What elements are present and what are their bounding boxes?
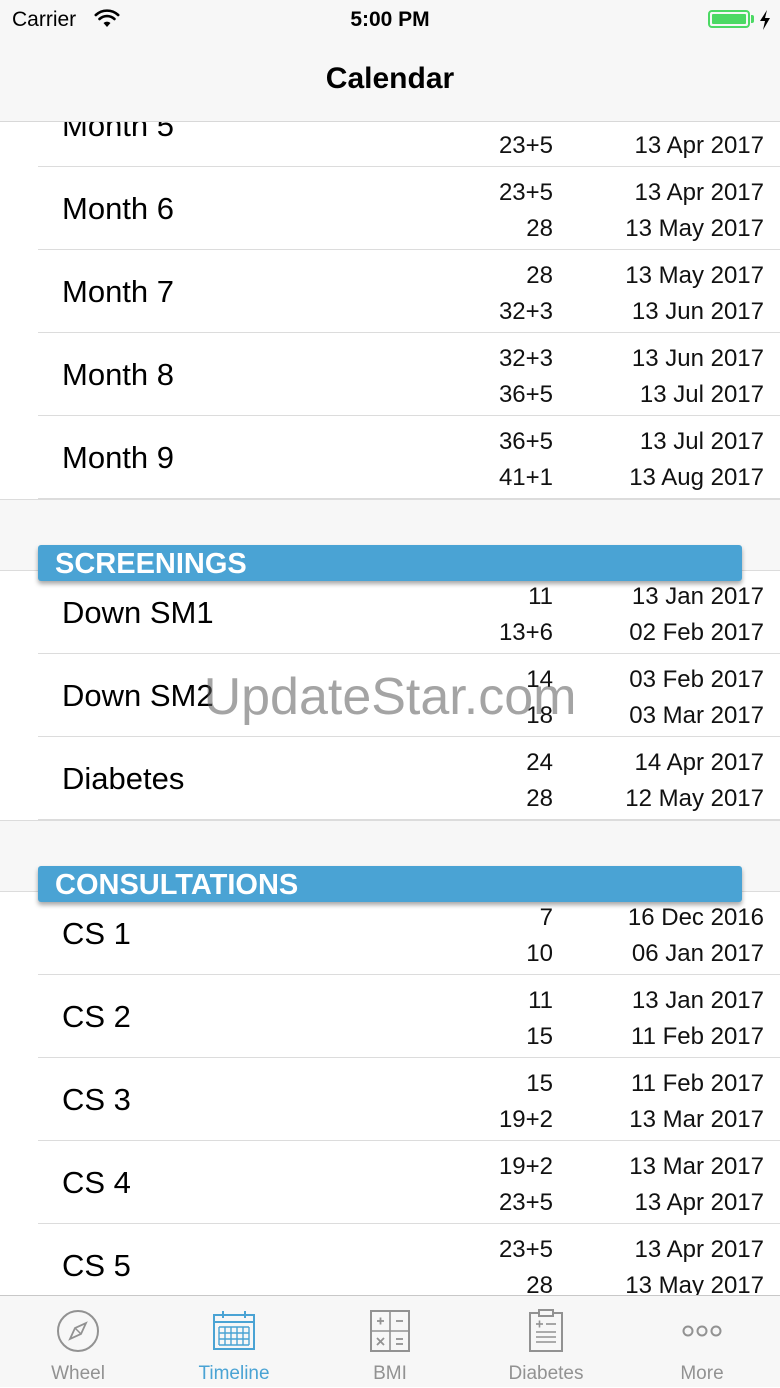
tab-wheel[interactable]: Wheel xyxy=(0,1296,156,1388)
list-item[interactable]: CS 1 7 10 16 Dec 2016 06 Jan 2017 xyxy=(0,892,780,975)
row-label: Month 7 xyxy=(62,274,175,309)
list-item[interactable]: Month 6 23+5 28 13 Apr 2017 13 May 2017 xyxy=(0,167,780,250)
date-end-value: 13 Jul 2017 xyxy=(639,381,764,408)
week-start-value: 19+2 xyxy=(380,122,553,124)
week-end-value: 36+5 xyxy=(498,381,553,408)
week-end-value: 23+5 xyxy=(498,1189,553,1216)
row-label: CS 1 xyxy=(62,916,131,951)
compass-icon xyxy=(57,1310,99,1352)
date-end-value: 02 Feb 2017 xyxy=(629,619,764,646)
date-end-value: 13 May 2017 xyxy=(625,215,764,242)
list-item[interactable]: Diabetes 24 28 14 Apr 2017 12 May 2017 xyxy=(0,737,780,820)
date-start-value: 13 Apr 2017 xyxy=(634,1236,764,1263)
row-label: CS 5 xyxy=(62,1248,131,1283)
week-end-value: 13+6 xyxy=(498,619,553,646)
row-label: CS 2 xyxy=(62,999,131,1034)
clipboard-icon xyxy=(529,1309,563,1352)
date-start-value: 13 Jan 2017 xyxy=(631,987,764,1014)
more-icon xyxy=(682,1325,722,1337)
status-bar: Carrier 5:00 PM xyxy=(0,0,780,40)
week-start-value: 19+2 xyxy=(498,1153,553,1180)
date-end-value: 11 Feb 2017 xyxy=(631,1023,764,1050)
list-item[interactable]: Month 7 28 32+3 13 May 2017 13 Jun 2017 xyxy=(0,250,780,333)
battery-tip xyxy=(751,15,754,23)
date-end-value: 13 Apr 2017 xyxy=(634,1189,764,1216)
week-start-value: 23+5 xyxy=(498,1236,553,1263)
row-label: Month 8 xyxy=(62,357,175,392)
row-label: CS 3 xyxy=(62,1082,131,1117)
week-end-value: 23+5 xyxy=(498,132,553,159)
date-end-value: 12 May 2017 xyxy=(625,785,764,812)
tab-bar: Wheel Timeline BMI Diabetes More xyxy=(0,1295,780,1387)
calendar-icon xyxy=(213,1311,255,1350)
date-start-value: 13 Jul 2017 xyxy=(639,428,764,455)
date-end-value: 13 Jun 2017 xyxy=(631,298,764,325)
status-time: 5:00 PM xyxy=(350,8,430,31)
row-label: Month 5 xyxy=(62,122,175,143)
date-start-value: 13 Jun 2017 xyxy=(631,345,764,372)
row-label: CS 4 xyxy=(62,1165,131,1200)
tab-bmi[interactable]: BMI xyxy=(312,1296,468,1388)
navigation-bar: Calendar xyxy=(0,40,780,122)
week-end-value: 10 xyxy=(526,940,553,967)
week-start-value: 11 xyxy=(528,987,553,1014)
battery-icon xyxy=(708,10,750,28)
list-item[interactable]: CS 2 11 15 13 Jan 2017 11 Feb 2017 xyxy=(0,975,780,1058)
week-start-value: 24 xyxy=(526,749,553,776)
list-item[interactable]: Month 5 19+2 23+5 13 Mar 2017 13 Apr 2017 xyxy=(0,122,780,167)
list-item[interactable]: Month 9 36+5 41+1 13 Jul 2017 13 Aug 2017 xyxy=(0,416,780,499)
date-start-value: 16 Dec 2016 xyxy=(627,904,764,931)
date-end-value: 13 Apr 2017 xyxy=(634,132,764,159)
list-item[interactable]: Down SM1 11 13+6 13 Jan 2017 02 Feb 2017 xyxy=(0,571,780,654)
week-start-value: 32+3 xyxy=(498,345,553,372)
week-end-value: 19+2 xyxy=(498,1106,553,1133)
date-start-value: 13 Mar 2017 xyxy=(629,1153,764,1180)
week-end-value: 32+3 xyxy=(498,298,553,325)
date-end-value: 13 May 2017 xyxy=(625,1272,764,1295)
week-start-value: 15 xyxy=(526,1070,553,1097)
date-start-value: 13 May 2017 xyxy=(625,262,764,289)
date-end-value: 13 Aug 2017 xyxy=(629,464,764,491)
list-item[interactable]: CS 5 23+5 28 13 Apr 2017 13 May 2017 xyxy=(0,1224,780,1295)
row-label: Down SM1 xyxy=(62,595,214,630)
date-end-value: 06 Jan 2017 xyxy=(631,940,764,967)
week-start-value: 7 xyxy=(539,904,553,931)
tab-diabetes[interactable]: Diabetes xyxy=(468,1296,624,1388)
date-start-value: 13 Apr 2017 xyxy=(634,179,764,206)
section-header-consultations: CONSULTATIONS xyxy=(38,866,742,902)
date-start-value: 13 Mar 2017 xyxy=(560,122,764,124)
week-end-value: 41+1 xyxy=(498,464,553,491)
date-start-value: 14 Apr 2017 xyxy=(634,749,764,776)
page-title: Calendar xyxy=(325,62,455,95)
list-item[interactable]: CS 4 19+2 23+5 13 Mar 2017 13 Apr 2017 xyxy=(0,1141,780,1224)
tab-label: BMI xyxy=(373,1363,407,1384)
watermark: UpdateStar.com xyxy=(203,668,577,726)
row-label: Month 9 xyxy=(62,440,175,475)
date-start-value: 13 Jan 2017 xyxy=(631,583,764,610)
week-start-value: 36+5 xyxy=(498,428,553,455)
tab-more[interactable]: More xyxy=(624,1296,780,1388)
row-label: Diabetes xyxy=(62,761,185,796)
calculator-icon xyxy=(370,1310,410,1352)
tab-label: More xyxy=(680,1363,724,1384)
charging-bolt-icon xyxy=(760,10,770,30)
row-label: Month 6 xyxy=(62,191,175,226)
week-start-value: 28 xyxy=(526,262,553,289)
tab-label: Wheel xyxy=(51,1363,105,1384)
section-header-screenings: SCREENINGS xyxy=(38,545,742,581)
date-end-value: 13 Mar 2017 xyxy=(629,1106,764,1133)
list-item[interactable]: Month 8 32+3 36+5 13 Jun 2017 13 Jul 2017 xyxy=(0,333,780,416)
date-start-value: 11 Feb 2017 xyxy=(631,1070,764,1097)
week-end-value: 28 xyxy=(526,1272,553,1295)
week-end-value: 15 xyxy=(526,1023,553,1050)
tab-label: Timeline xyxy=(198,1363,270,1384)
list-item[interactable]: CS 3 15 19+2 11 Feb 2017 13 Mar 2017 xyxy=(0,1058,780,1141)
tab-timeline[interactable]: Timeline xyxy=(156,1296,312,1388)
week-end-value: 28 xyxy=(526,785,553,812)
tab-label: Diabetes xyxy=(508,1363,584,1384)
week-start-value: 11 xyxy=(528,583,553,610)
week-start-value: 23+5 xyxy=(498,179,553,206)
week-end-value: 28 xyxy=(526,215,553,242)
